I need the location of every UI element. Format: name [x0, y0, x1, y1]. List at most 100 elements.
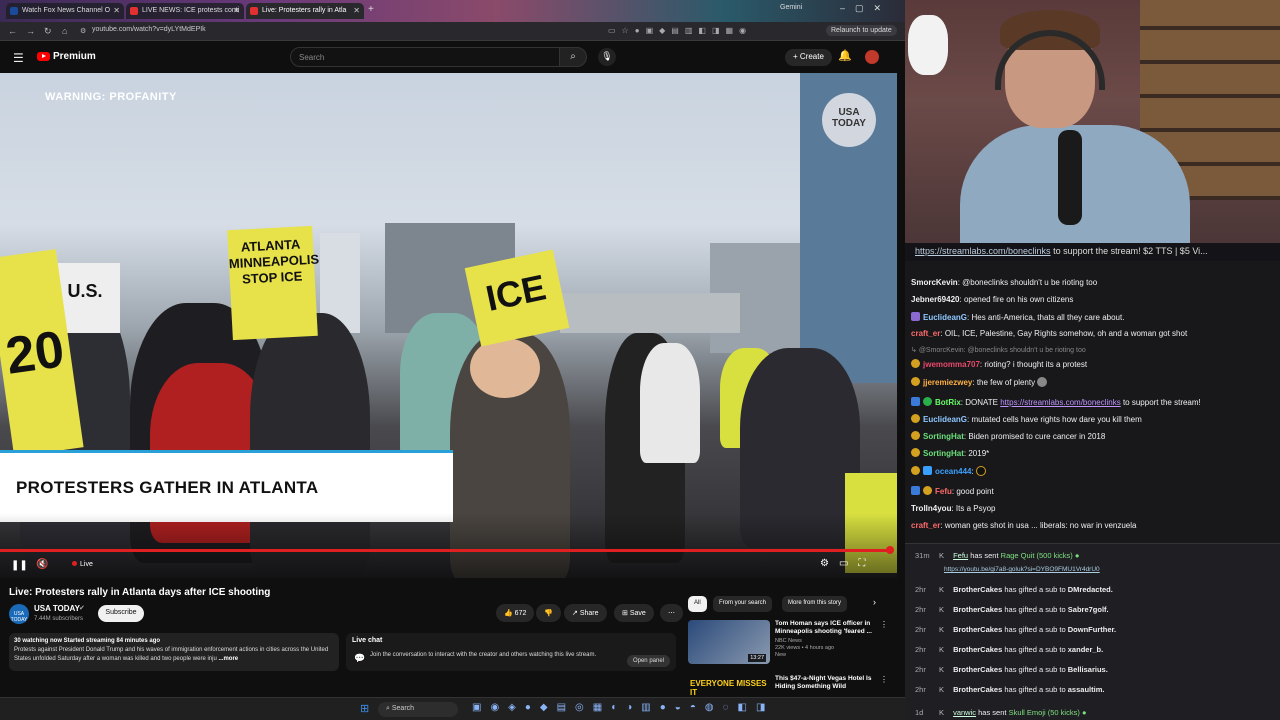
progress-bar[interactable] — [0, 549, 890, 552]
banner-link[interactable]: https://streamlabs.com/boneclinks — [915, 246, 1051, 256]
taskbar-app-icons[interactable]: ▣◉◈●◆▤◎▦◐◑▥●◒◓◍◌◧◨ — [472, 702, 774, 713]
youtube-logo-icon[interactable] — [37, 52, 50, 61]
progress-scrubber[interactable] — [886, 546, 894, 554]
chat-user[interactable]: SortingHat — [923, 449, 964, 458]
chip-more-from-this-story[interactable]: More from this story — [782, 596, 848, 612]
recommended-video[interactable]: EVERYONE MISSES IT This $47-a-Night Vega… — [688, 675, 888, 697]
chip-from-your-search[interactable]: From your search — [713, 596, 773, 612]
chip-all[interactable]: All — [688, 596, 707, 612]
save-button[interactable]: ⊞ Save — [614, 604, 654, 622]
more-actions-button[interactable]: ⋯ — [660, 604, 683, 622]
event-target[interactable]: Bellisarius. — [1068, 665, 1108, 674]
event-time: 2hr — [915, 625, 926, 634]
recommended-title[interactable]: This $47-a-Night Vegas Hotel Is Hiding S… — [775, 675, 875, 691]
event-target[interactable]: DownFurther. — [1068, 625, 1116, 634]
chat-text: rioting? i thought its a protest — [984, 360, 1088, 369]
description-more-link[interactable]: ...more — [218, 656, 238, 662]
search-button[interactable]: ⌕ — [559, 47, 587, 67]
home-icon[interactable]: ⌂ — [62, 26, 67, 36]
recommended-title[interactable]: Tom Homan says ICE officer in Minneapoli… — [775, 620, 875, 636]
event-user[interactable]: BrotherCakes — [953, 585, 1002, 594]
event-target[interactable]: Sabre7golf. — [1068, 605, 1109, 614]
url-field[interactable]: youtube.com/watch?v=dyLYtMdEPIk — [92, 26, 206, 33]
forward-icon[interactable]: → — [26, 26, 35, 36]
browser-tab-active[interactable]: Live: Protesters rally in Atla ✕ — [246, 3, 364, 19]
description-stats: 30 watching now Started streaming 84 min… — [14, 638, 161, 644]
chat-link[interactable]: https://streamlabs.com/boneclinks — [1000, 398, 1121, 407]
video-thumbnail[interactable]: EVERYONE MISSES IT — [688, 675, 770, 697]
voice-search-button[interactable]: 🎙 — [598, 48, 616, 66]
browser-tab[interactable]: Watch Fox News Channel O ✕ — [6, 3, 124, 19]
create-button[interactable]: + Create — [785, 49, 832, 66]
search-input[interactable]: Search — [290, 47, 560, 67]
close-tab-icon[interactable]: ✕ — [113, 6, 120, 15]
account-avatar[interactable] — [865, 50, 879, 64]
event-user[interactable]: vanwic — [953, 708, 976, 717]
event-target[interactable]: xander_b. — [1068, 645, 1103, 654]
channel-avatar[interactable]: USA TODAY — [9, 604, 29, 624]
close-tab-icon[interactable]: ✕ — [353, 6, 360, 15]
gemini-button[interactable]: Gemini — [780, 4, 802, 11]
event-user[interactable]: BrotherCakes — [953, 665, 1002, 674]
event-user[interactable]: BrotherCakes — [953, 605, 1002, 614]
chat-user[interactable]: BotRix — [935, 398, 961, 407]
event-user[interactable]: Fefu — [953, 551, 968, 560]
event-link[interactable]: https://youtu.be/gi7a8-goluk?si=DYBO9FMU… — [944, 566, 1100, 573]
live-badge[interactable]: Live — [72, 561, 93, 568]
more-options-icon[interactable]: ⋮ — [880, 675, 888, 684]
taskbar-search[interactable]: ⌕ Search — [378, 702, 458, 717]
event-user[interactable]: BrotherCakes — [953, 625, 1002, 634]
browser-tab[interactable]: LIVE NEWS: ICE protests conti ✕ — [126, 3, 244, 19]
player-right-controls[interactable]: ⚙▭⛶ — [820, 558, 875, 569]
event-time: 2hr — [915, 605, 926, 614]
chat-user[interactable]: Fefu — [935, 487, 952, 496]
back-icon[interactable]: ← — [8, 26, 17, 36]
menu-icon[interactable]: ☰ — [13, 51, 24, 65]
close-tab-icon[interactable]: ✕ — [233, 6, 240, 15]
chat-user[interactable]: SortingHat — [923, 432, 964, 441]
event-time: 2hr — [915, 645, 926, 654]
open-panel-button[interactable]: Open panel — [626, 655, 670, 667]
description-box[interactable]: 30 watching now Started streaming 84 min… — [9, 633, 339, 671]
event-target[interactable]: DMredacted. — [1068, 585, 1113, 594]
notifications-bell-icon[interactable]: 🔔 — [838, 49, 852, 62]
like-button[interactable]: 👍 672 — [496, 604, 535, 622]
video-player[interactable]: ATLANTA MINNEAPOLIS STOP ICE ICE U.S. 20… — [0, 73, 897, 578]
chat-user[interactable]: craft_er — [911, 329, 940, 338]
new-tab-icon[interactable]: + — [368, 4, 374, 15]
chat-user[interactable]: jjeremiezwey — [923, 378, 972, 387]
reload-icon[interactable]: ↻ — [44, 26, 52, 37]
pause-icon[interactable]: ❚❚ — [11, 560, 28, 571]
more-options-icon[interactable]: ⋮ — [880, 620, 888, 629]
youtube-brand[interactable]: Premium — [53, 51, 96, 62]
chat-user[interactable]: SmorcKevin — [911, 278, 958, 287]
chevron-right-icon[interactable]: › — [873, 597, 876, 607]
windows-start-icon[interactable]: ⊞ — [360, 702, 369, 715]
chat-user[interactable]: Trolln4you — [911, 504, 951, 513]
window-controls[interactable]: –▢✕ — [840, 3, 891, 14]
site-info-icon[interactable]: ⚙ — [80, 27, 86, 35]
dislike-button[interactable]: 👎 — [536, 604, 561, 622]
event-target[interactable]: assaultim. — [1068, 685, 1105, 694]
mute-icon[interactable]: 🔇 — [36, 559, 48, 570]
youtube-icon — [130, 7, 138, 15]
search-icon: ⌕ — [570, 51, 576, 62]
chat-user[interactable]: EuclideanG — [923, 415, 967, 424]
chat-user[interactable]: jwemomma707 — [923, 360, 980, 369]
event-action: has gifted a sub to — [1004, 685, 1066, 694]
channel-name[interactable]: USA TODAY — [34, 604, 80, 613]
recommended-video[interactable]: 13:27 Tom Homan says ICE officer in Minn… — [688, 620, 888, 668]
event-action: has sent — [970, 551, 999, 560]
chat-message: EuclideanG: mutated cells have rights ho… — [911, 414, 1142, 424]
subscribe-button[interactable]: Subscribe — [98, 605, 144, 622]
chat-user[interactable]: EuclideanG — [923, 313, 967, 322]
share-button[interactable]: ↗ Share — [564, 604, 607, 622]
relaunch-button[interactable]: Relaunch to update — [826, 25, 897, 36]
extension-icons[interactable]: ▭☆●▣◆▤▥◧◨▦◉ — [608, 26, 752, 35]
event-user[interactable]: BrotherCakes — [953, 685, 1002, 694]
event-action: has gifted a sub to — [1004, 625, 1066, 634]
chat-user[interactable]: Jebner69420 — [911, 295, 959, 304]
chat-user[interactable]: craft_er — [911, 521, 940, 530]
event-user[interactable]: BrotherCakes — [953, 645, 1002, 654]
chat-user[interactable]: ocean444 — [935, 467, 971, 476]
